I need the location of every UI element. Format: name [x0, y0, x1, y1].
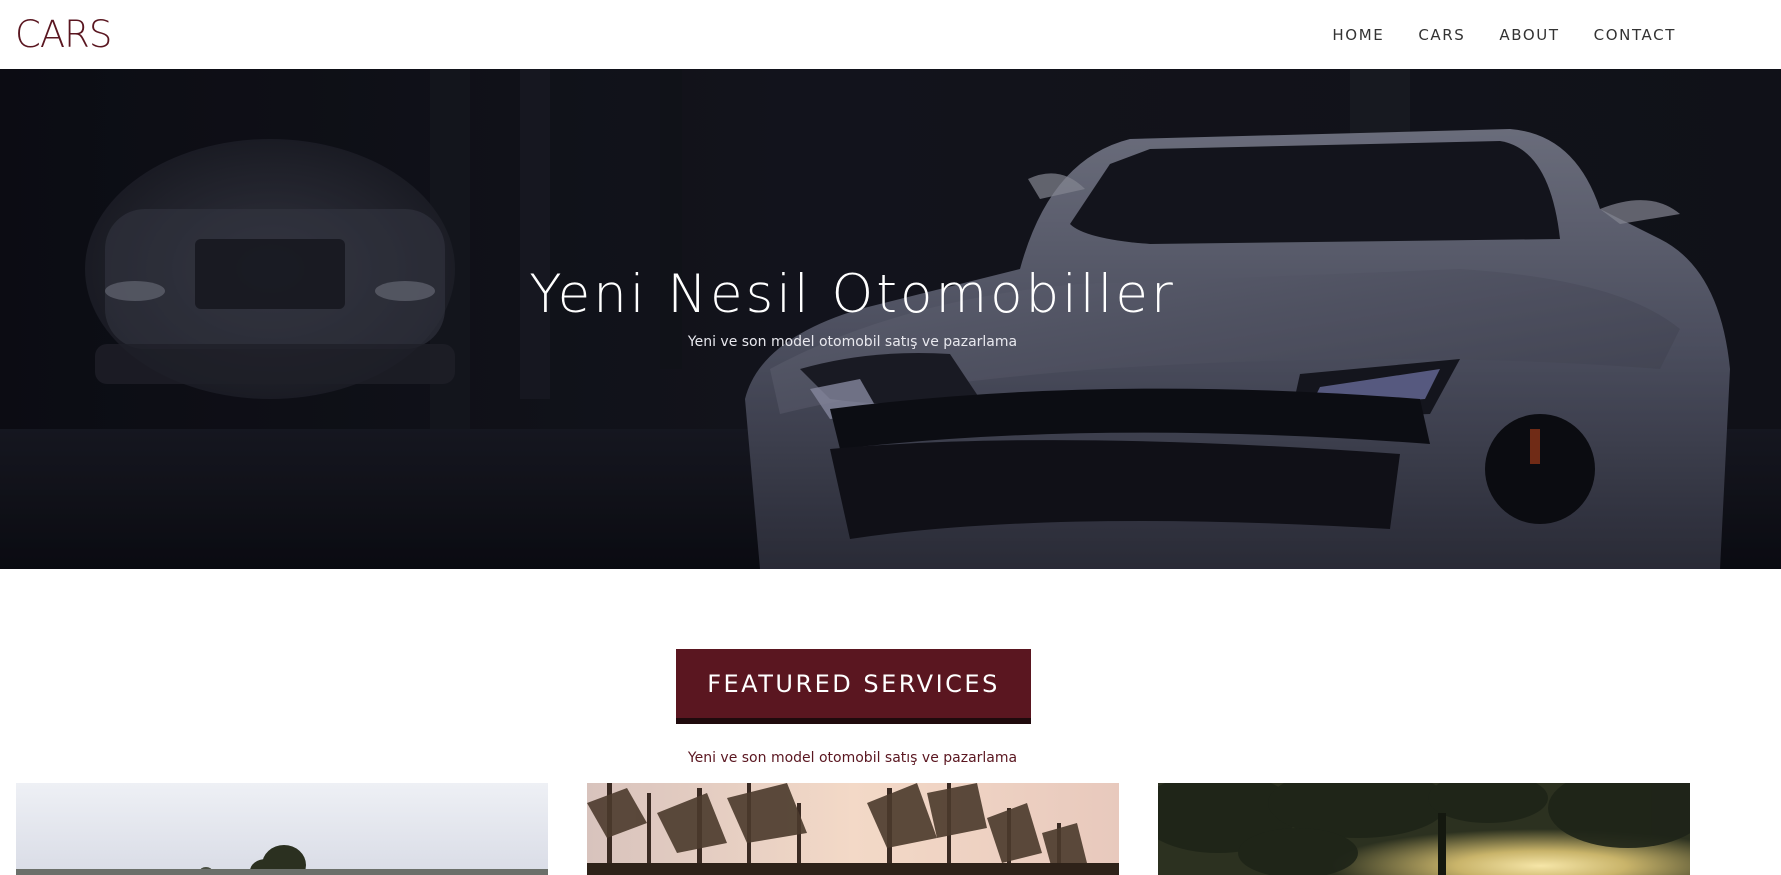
featured-services-subtitle: Yeni ve son model otomobil satış ve paza… — [687, 750, 1018, 766]
hero-subtitle: Yeni ve son model otomobil satış ve paza… — [687, 334, 1018, 350]
forest-photo — [587, 783, 1119, 875]
nav-link-about[interactable]: ABOUT — [1482, 26, 1576, 44]
service-card-2[interactable] — [587, 783, 1119, 875]
service-cards — [16, 783, 1691, 875]
nav-item-about: ABOUT — [1482, 26, 1576, 44]
nav-menu: HOME CARS ABOUT CONTACT — [1315, 0, 1693, 69]
service-card-3[interactable] — [1158, 783, 1690, 875]
nav-item-cars: CARS — [1401, 26, 1482, 44]
featured-services-heading-box: FEATURED SERVICES — [676, 649, 1031, 724]
nav-link-cars[interactable]: CARS — [1401, 26, 1482, 44]
hero-title: Yeni Nesil Otomobiller — [529, 264, 1176, 325]
nav-item-contact: CONTACT — [1577, 26, 1693, 44]
service-card-1[interactable] — [16, 783, 548, 875]
sunset-trees-photo — [1158, 783, 1690, 875]
nav-link-contact[interactable]: CONTACT — [1577, 26, 1693, 44]
nav-item-home: HOME — [1315, 26, 1401, 44]
featured-services-heading: FEATURED SERVICES — [707, 669, 1000, 698]
navbar: CARS HOME CARS ABOUT CONTACT — [0, 0, 1781, 69]
hero-banner: Yeni Nesil Otomobiller Yeni ve son model… — [0, 69, 1781, 569]
site-logo[interactable]: CARS — [15, 13, 112, 56]
nav-link-home[interactable]: HOME — [1315, 26, 1401, 44]
road-photo — [16, 783, 548, 875]
